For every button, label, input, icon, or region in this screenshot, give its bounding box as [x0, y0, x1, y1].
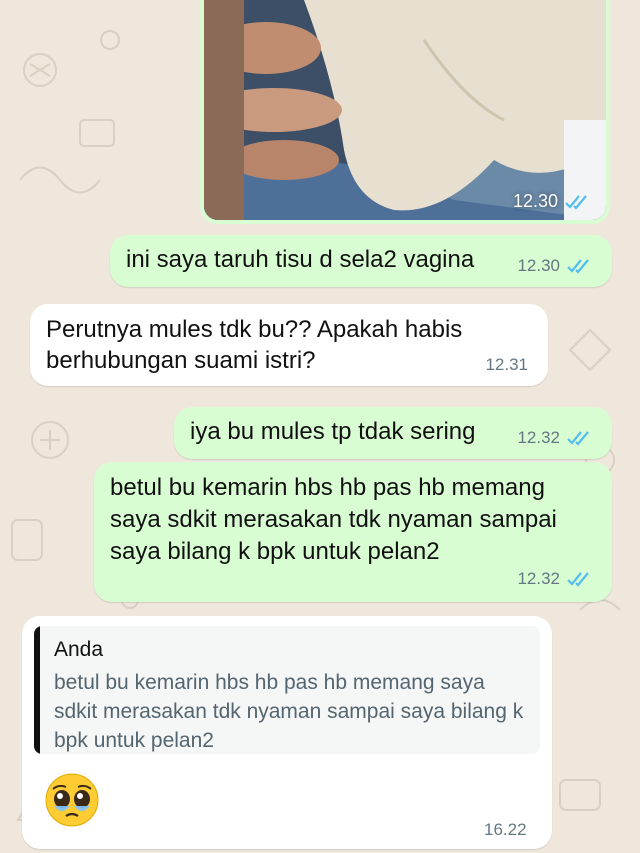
- time-label: 12.30: [512, 191, 558, 211]
- time-label: 12.32: [517, 428, 560, 447]
- message-time: 16.22: [484, 820, 527, 839]
- image-message[interactable]: 12.30: [200, 0, 610, 224]
- outgoing-message[interactable]: betul bu kemarin hbs hb pas hb memang sa…: [94, 462, 612, 602]
- read-receipt-icon: [565, 194, 587, 210]
- message-text: iya bu mules tp tdak sering: [190, 418, 476, 445]
- quoted-author: Anda: [54, 638, 104, 661]
- message-meta: 12.30: [517, 250, 592, 281]
- message-time: 12.30: [513, 191, 590, 212]
- incoming-message[interactable]: Perutnya mules tdk bu?? Apakah habis ber…: [30, 304, 548, 386]
- read-receipt-icon: [567, 430, 589, 446]
- outgoing-message[interactable]: ini saya taruh tisu d sela2 vagina 12.30: [110, 235, 612, 287]
- photo-thumbnail[interactable]: 12.30: [204, 0, 606, 220]
- pleading-face-emoji: [45, 773, 99, 827]
- message-text: Perutnya mules tdk bu?? Apakah habis ber…: [46, 316, 463, 374]
- time-label: 12.32: [517, 569, 560, 588]
- message-meta: 12.31: [485, 349, 528, 380]
- message-text: betul bu kemarin hbs hb pas hb memang sa…: [110, 474, 557, 565]
- time-label: 12.30: [517, 256, 560, 275]
- message-meta: 12.32: [517, 422, 592, 453]
- quoted-text: betul bu kemarin hbs hb pas hb memang sa…: [54, 671, 524, 752]
- message-text: ini saya taruh tisu d sela2 vagina: [126, 246, 475, 273]
- read-receipt-icon: [567, 571, 589, 587]
- read-receipt-icon: [567, 258, 589, 274]
- quote-bar: [34, 626, 40, 754]
- time-label: 12.31: [485, 355, 528, 374]
- quoted-message[interactable]: Anda betul bu kemarin hbs hb pas hb mema…: [34, 626, 540, 754]
- photo-content: [204, 0, 606, 220]
- outgoing-message[interactable]: iya bu mules tp tdak sering 12.32: [174, 407, 612, 459]
- message-meta: 12.32: [517, 563, 592, 594]
